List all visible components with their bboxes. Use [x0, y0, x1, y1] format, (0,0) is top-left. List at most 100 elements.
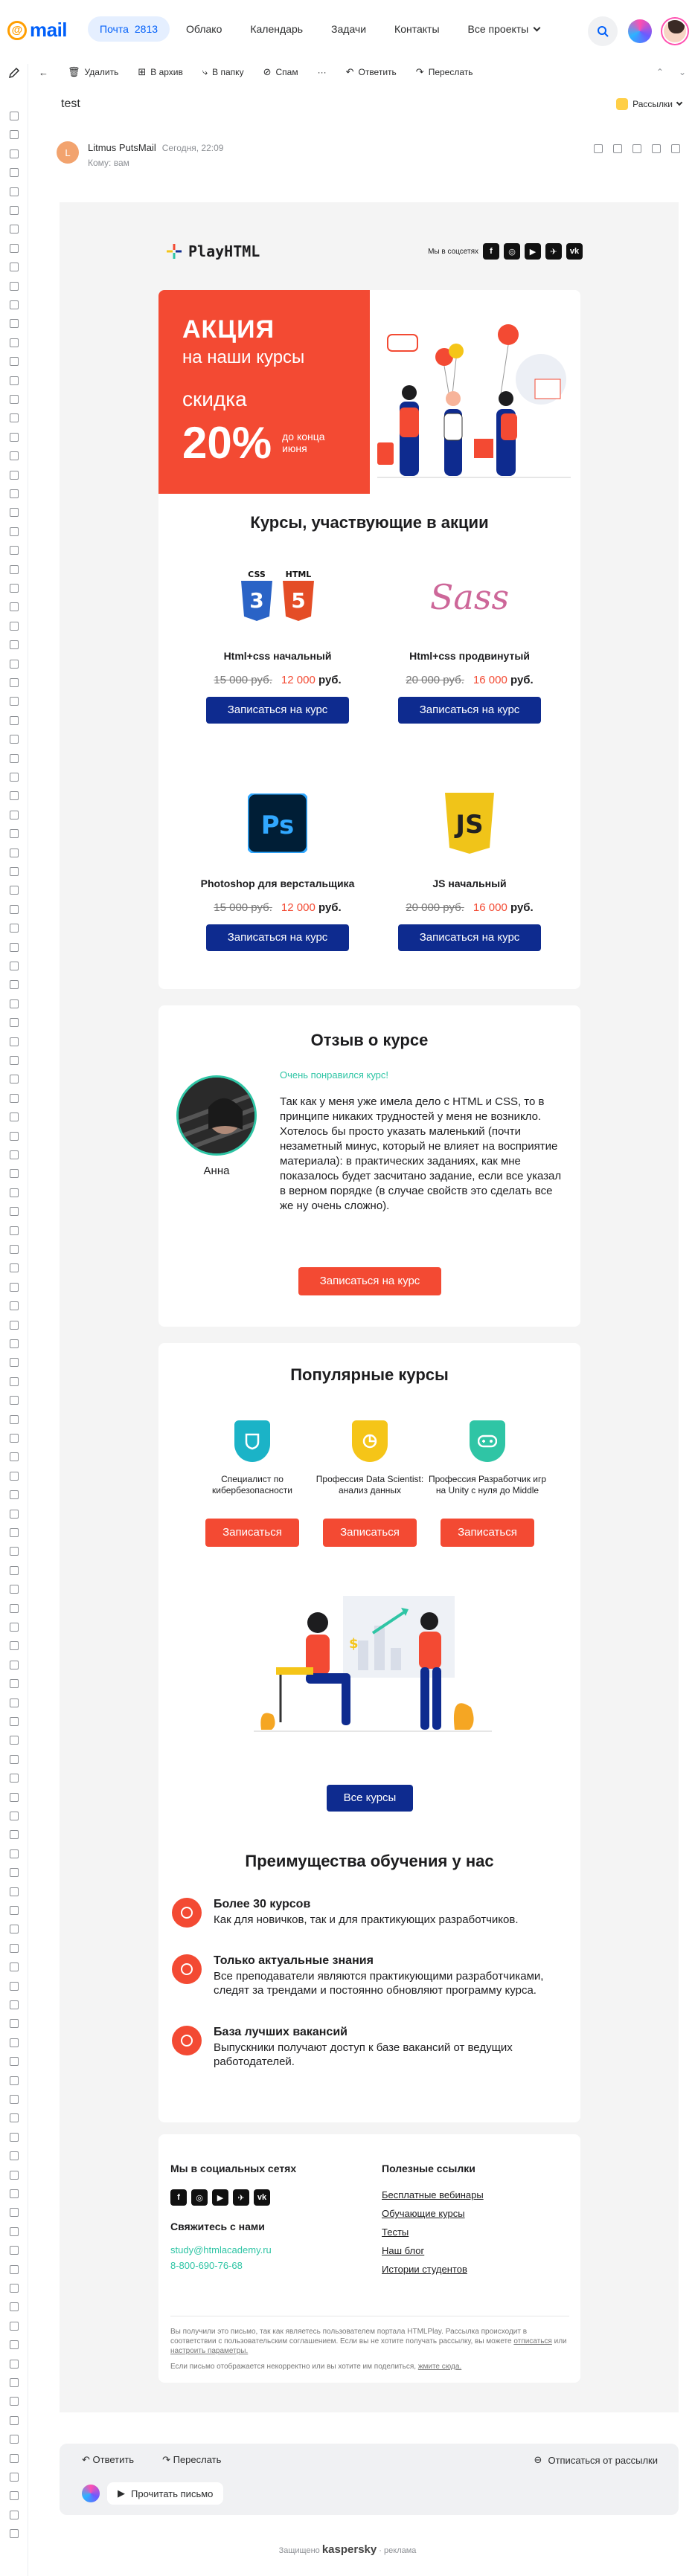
folder-icon[interactable] — [10, 300, 19, 309]
folder-icon[interactable] — [10, 2000, 19, 2009]
folder-icon[interactable] — [10, 754, 19, 763]
bookmark-icon[interactable] — [594, 144, 603, 153]
footer-link-courses[interactable]: Обучающие курсы — [382, 2208, 484, 2219]
folder-icon[interactable] — [10, 1245, 19, 1254]
folder-icon[interactable] — [10, 2057, 19, 2066]
nav-contacts[interactable]: Контакты — [382, 16, 451, 42]
folder-icon[interactable] — [10, 2171, 19, 2180]
vk-icon[interactable]: vk — [566, 243, 583, 260]
folder-icon[interactable] — [10, 1868, 19, 1877]
folder-icon[interactable] — [10, 1056, 19, 1065]
folder-icon[interactable] — [10, 1358, 19, 1367]
folder-icon[interactable] — [10, 2038, 19, 2047]
vk-icon[interactable]: vk — [254, 2189, 270, 2206]
folder-icon[interactable] — [10, 697, 19, 706]
folder-icon[interactable] — [10, 1812, 19, 1820]
folder-icon[interactable] — [10, 849, 19, 857]
folder-icon[interactable] — [10, 2340, 19, 2349]
facebook-icon[interactable]: f — [170, 2189, 187, 2206]
quick-reply-button[interactable]: ↶ Ответить — [82, 2454, 134, 2466]
brand-logo[interactable]: PlayHTML — [166, 242, 260, 260]
folder-icon[interactable] — [10, 1717, 19, 1726]
folder-icon[interactable] — [10, 130, 19, 139]
folder-icon[interactable] — [10, 1755, 19, 1764]
more-icon[interactable] — [671, 144, 680, 153]
folder-icon[interactable] — [10, 565, 19, 574]
youtube-icon[interactable]: ▶ — [212, 2189, 228, 2206]
telegram-icon[interactable]: ✈ — [233, 2189, 249, 2206]
forward-button[interactable]: ↷ Переслать — [416, 66, 473, 78]
folder-icon[interactable] — [10, 206, 19, 215]
folder-icon[interactable] — [10, 546, 19, 555]
folder-icon[interactable] — [10, 2397, 19, 2406]
compose-icon[interactable] — [8, 67, 20, 79]
folder-icon[interactable] — [10, 149, 19, 158]
folder-icon[interactable] — [10, 602, 19, 611]
folder-icon[interactable] — [10, 678, 19, 687]
back-button[interactable]: ← — [39, 67, 48, 78]
print-icon[interactable] — [652, 144, 661, 153]
folder-icon[interactable] — [10, 187, 19, 196]
folder-icon[interactable] — [10, 2019, 19, 2028]
folder-icon[interactable] — [10, 2435, 19, 2444]
more-button[interactable]: ··· — [318, 67, 327, 77]
folder-icon[interactable] — [10, 2473, 19, 2482]
folder-icon[interactable] — [10, 413, 19, 422]
folder-icon[interactable] — [10, 867, 19, 876]
spam-button[interactable]: ⊘ Спам — [263, 66, 298, 78]
folder-icon[interactable] — [10, 244, 19, 253]
folder-icon[interactable] — [10, 527, 19, 536]
folder-icon[interactable] — [10, 1962, 19, 1971]
label-icon[interactable] — [613, 144, 622, 153]
folder-icon[interactable] — [10, 1585, 19, 1594]
folder-icon[interactable] — [10, 2095, 19, 2104]
folder-icon[interactable] — [10, 2284, 19, 2293]
folder-icon[interactable] — [10, 168, 19, 177]
folder-icon[interactable] — [10, 2378, 19, 2387]
folder-icon[interactable] — [10, 905, 19, 914]
folder-icon[interactable] — [10, 1849, 19, 1858]
folder-icon[interactable] — [10, 1528, 19, 1537]
folder-icon[interactable] — [10, 225, 19, 234]
folder-icon[interactable] — [10, 1339, 19, 1348]
folder-icon[interactable] — [10, 1415, 19, 1424]
settings-link[interactable]: настроить параметры. — [170, 2347, 248, 2355]
folder-icon[interactable] — [10, 1661, 19, 1669]
folder-icon[interactable] — [10, 1321, 19, 1330]
archive-button[interactable]: ⊞ В архив — [138, 66, 183, 78]
signup-button[interactable]: Записаться — [441, 1519, 534, 1547]
folder-icon[interactable] — [10, 980, 19, 989]
folder-icon[interactable] — [10, 1944, 19, 1953]
folder-icon[interactable] — [10, 112, 19, 120]
footer-link-tests[interactable]: Тесты — [382, 2226, 484, 2238]
signup-button[interactable]: Записаться — [205, 1519, 299, 1547]
folder-icon[interactable] — [10, 1623, 19, 1632]
unsubscribe-button[interactable]: ⊖ Отписаться от рассылки — [534, 2454, 658, 2466]
folder-icon[interactable] — [10, 2189, 19, 2198]
folder-icon[interactable] — [10, 1641, 19, 1650]
folder-icon[interactable] — [10, 2265, 19, 2274]
assistant-orb-icon[interactable] — [628, 19, 652, 43]
nav-cloud[interactable]: Облако — [174, 16, 234, 42]
folder-icon[interactable] — [10, 943, 19, 952]
folder-icon[interactable] — [10, 338, 19, 347]
next-message-icon[interactable]: ⌄ — [679, 67, 686, 77]
folder-icon[interactable] — [10, 1887, 19, 1896]
footer-email-link[interactable]: study@htmlacademy.ru — [170, 2244, 296, 2255]
folder-icon[interactable] — [10, 735, 19, 744]
read-letter-button[interactable]: ▶ Прочитать письмо — [107, 2482, 224, 2505]
unsubscribe-link[interactable]: отписаться — [513, 2337, 551, 2345]
facebook-icon[interactable]: f — [483, 243, 499, 260]
folder-icon[interactable] — [10, 1566, 19, 1575]
folder-icon[interactable] — [10, 2360, 19, 2369]
folder-icon[interactable] — [10, 2151, 19, 2160]
folder-icon[interactable] — [10, 1982, 19, 1991]
enroll-button[interactable]: Записаться на курс — [206, 697, 349, 724]
user-avatar[interactable] — [662, 19, 688, 44]
view-online-link[interactable]: жмите сюда. — [418, 2363, 461, 2371]
folder-icon[interactable] — [10, 1301, 19, 1310]
nav-tasks[interactable]: Задачи — [319, 16, 378, 42]
folder-icon[interactable] — [10, 2529, 19, 2538]
move-to-folder-button[interactable]: ⤷ В папку — [202, 66, 244, 78]
folder-icon[interactable] — [10, 395, 19, 404]
